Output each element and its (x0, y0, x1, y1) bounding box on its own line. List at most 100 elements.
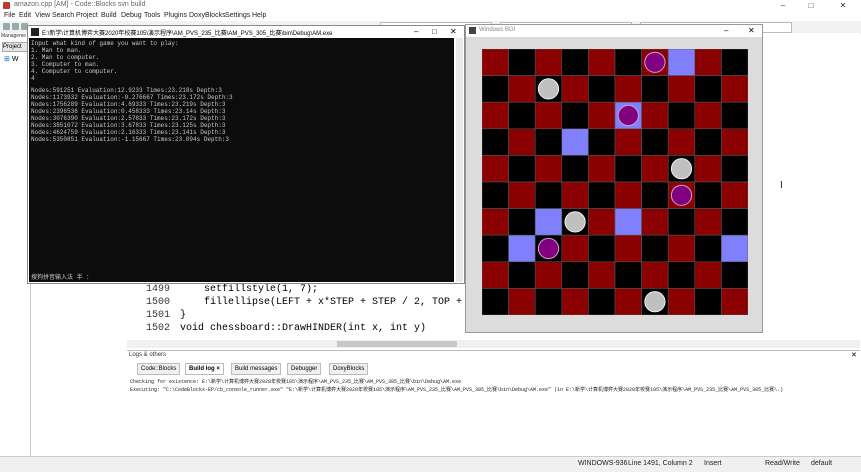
board-minimize-button[interactable]: – (724, 26, 728, 35)
black-piece[interactable] (644, 51, 666, 73)
board-cell[interactable] (588, 101, 616, 130)
board-cell[interactable] (721, 181, 748, 209)
board-cell[interactable] (641, 101, 669, 130)
console-close-button[interactable]: ✕ (450, 27, 457, 36)
board-cell[interactable] (508, 49, 536, 76)
board-cell[interactable] (534, 288, 563, 315)
code-line[interactable]: setfillstyle(1, 7); (180, 284, 318, 295)
board-cell[interactable] (721, 208, 748, 236)
board-cell-blocked[interactable] (721, 234, 748, 263)
board-cell[interactable] (508, 261, 536, 289)
board-cell[interactable] (694, 181, 722, 209)
board-cell[interactable] (534, 261, 563, 289)
board-cell[interactable] (641, 208, 669, 236)
tab-build-messages[interactable]: Build messages (231, 363, 282, 375)
menu-doxyblocks[interactable]: DoxyBlocks (189, 12, 226, 19)
tab-debugger[interactable]: Debugger (287, 363, 322, 375)
board-cell[interactable] (641, 261, 669, 289)
board-cell[interactable] (721, 75, 748, 103)
board-cell[interactable] (561, 288, 589, 315)
board-cell[interactable] (588, 208, 616, 236)
board-cell-blocked[interactable] (667, 49, 696, 76)
board-cell[interactable] (641, 181, 669, 209)
board-cell[interactable] (588, 155, 616, 183)
menu-project[interactable]: Project (76, 12, 98, 19)
board-cell[interactable] (482, 288, 509, 315)
menu-plugins[interactable]: Plugins (164, 12, 187, 19)
board-cell[interactable] (534, 101, 563, 130)
white-piece[interactable] (670, 158, 693, 180)
board-cell[interactable] (641, 75, 669, 103)
board-cell-blocked[interactable] (508, 234, 536, 263)
board-cell[interactable] (588, 288, 616, 315)
board-cell[interactable] (614, 75, 642, 103)
board-cell[interactable] (667, 128, 696, 156)
menu-help[interactable]: Help (252, 12, 266, 19)
black-piece[interactable] (617, 104, 639, 127)
white-piece[interactable] (537, 78, 560, 100)
board-cell[interactable] (508, 101, 536, 130)
board-cell[interactable] (588, 75, 616, 103)
open-file-icon[interactable] (12, 23, 19, 30)
console-maximize-button[interactable]: □ (432, 27, 437, 36)
board-cell[interactable] (561, 261, 589, 289)
board-cell[interactable] (614, 49, 642, 76)
board-cell[interactable] (482, 155, 509, 183)
board-cell[interactable] (561, 101, 589, 130)
menu-file[interactable]: File (4, 12, 15, 19)
new-file-icon[interactable] (3, 23, 10, 30)
board-cell[interactable] (534, 49, 563, 76)
black-piece[interactable] (670, 184, 693, 206)
code-line[interactable]: } (180, 310, 186, 321)
board-cell[interactable] (614, 234, 642, 263)
board-cell[interactable] (614, 261, 642, 289)
board-cell[interactable] (694, 261, 722, 289)
board-cell[interactable] (721, 288, 748, 315)
board-cell[interactable] (667, 101, 696, 130)
board-cell[interactable] (482, 75, 509, 103)
board-cell[interactable] (482, 101, 509, 130)
board-cell[interactable] (641, 128, 669, 156)
menu-edit[interactable]: Edit (19, 12, 31, 19)
console-vertical-scrollbar[interactable] (456, 38, 463, 282)
board-cell[interactable] (694, 49, 722, 76)
white-piece[interactable] (564, 211, 586, 233)
scrollbar-thumb[interactable] (337, 341, 457, 347)
board-cell[interactable] (694, 208, 722, 236)
logs-close-icon[interactable]: ✕ (851, 351, 857, 359)
white-piece[interactable] (644, 291, 666, 313)
code-line[interactable]: void chessboard::DrawHINDER(int x, int y… (180, 323, 426, 334)
board-cell[interactable] (588, 181, 616, 209)
board-cell[interactable] (614, 128, 642, 156)
board-cell[interactable] (561, 75, 589, 103)
board-cell[interactable] (721, 101, 748, 130)
close-button[interactable]: ✕ (832, 0, 854, 11)
board-cell[interactable] (482, 234, 509, 263)
board-cell[interactable] (667, 288, 696, 315)
code-line[interactable]: fillellipse(LEFT + x*STEP + STEP / 2, TO… (180, 297, 474, 308)
board-cell[interactable] (721, 155, 748, 183)
board-cell[interactable] (694, 128, 722, 156)
board-cell[interactable] (694, 234, 722, 263)
board-cell[interactable] (561, 49, 589, 76)
close-tab-icon[interactable]: × (216, 366, 220, 372)
menu-search[interactable]: Search (52, 12, 74, 19)
board-cell[interactable] (641, 155, 669, 183)
board-cell[interactable] (721, 49, 748, 76)
board-cell[interactable] (561, 234, 589, 263)
minimize-button[interactable]: – (772, 0, 794, 11)
board-cell[interactable] (561, 181, 589, 209)
board-cell[interactable] (667, 261, 696, 289)
tab-doxyblocks[interactable]: DoxyBlocks (329, 363, 369, 375)
editor-horizontal-scrollbar[interactable] (127, 340, 860, 348)
menu-debug[interactable]: Debug (121, 12, 142, 19)
board-cell[interactable] (694, 75, 722, 103)
board-cell[interactable] (482, 181, 509, 209)
tab-projects[interactable]: Project (2, 42, 28, 52)
board-cell[interactable] (482, 49, 509, 76)
board-cell[interactable] (614, 155, 642, 183)
board-cell[interactable] (561, 155, 589, 183)
menu-tools[interactable]: Tools (144, 12, 160, 19)
board-cell[interactable] (482, 208, 509, 236)
board-cell[interactable] (694, 101, 722, 130)
